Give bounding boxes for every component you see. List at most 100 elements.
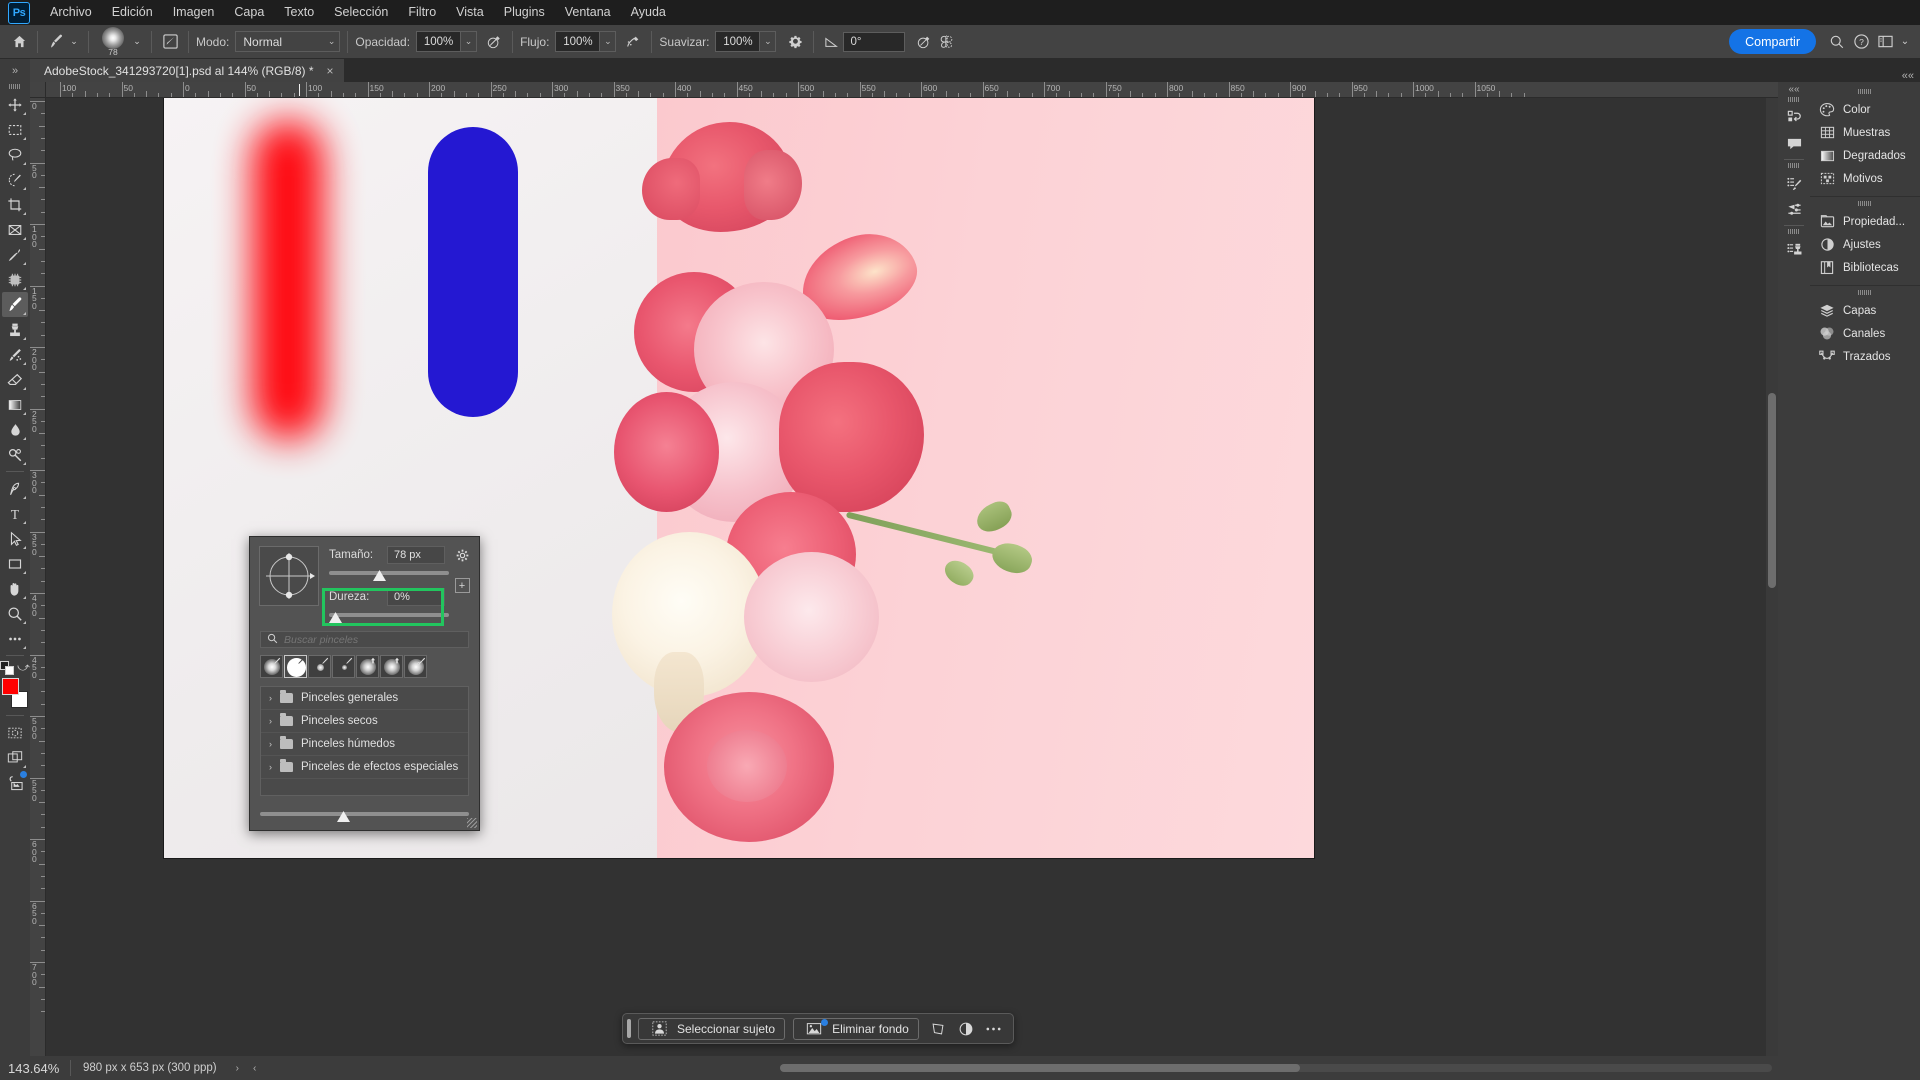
- opacity-stepper[interactable]: 100% ⌄: [416, 31, 478, 52]
- foreground-color-swatch[interactable]: [2, 678, 19, 695]
- chevron-right-icon[interactable]: ›: [269, 739, 272, 749]
- brush-tool[interactable]: [2, 292, 28, 317]
- airbrush-icon[interactable]: [622, 31, 644, 53]
- brush-tool-dropdown-icon[interactable]: ⌄: [67, 31, 81, 53]
- panel-group-grip[interactable]: [1858, 290, 1872, 295]
- panels-collapse-button[interactable]: ««: [1902, 70, 1920, 82]
- brush-preset-picker-panel[interactable]: Tamaño: 78 px Dureza: 0% + Buscar pincel…: [249, 536, 480, 831]
- document-tab[interactable]: AdobeStock_341293720[1].psd al 144% (RGB…: [30, 59, 345, 82]
- clone-stamp-tool[interactable]: [2, 317, 28, 342]
- close-icon[interactable]: ×: [327, 64, 334, 78]
- menu-item-plugins[interactable]: Plugins: [494, 0, 555, 25]
- brush-settings-panel-icon[interactable]: [1780, 196, 1808, 222]
- swap-colors-icon[interactable]: ⤻: [17, 660, 30, 675]
- angle-value[interactable]: 0°: [843, 31, 906, 52]
- edit-toolbar-button[interactable]: [2, 626, 28, 651]
- canvas-horizontal-scrollbar[interactable]: [780, 1064, 1772, 1072]
- help-icon[interactable]: ?: [1850, 31, 1872, 53]
- brush-hardness-slider[interactable]: [329, 609, 449, 623]
- quick-mask-icon[interactable]: [2, 720, 28, 745]
- history-brush-tool[interactable]: [2, 342, 28, 367]
- panel-group-grip[interactable]: [1858, 201, 1872, 206]
- eraser-tool[interactable]: [2, 367, 28, 392]
- pressure-size-icon[interactable]: [913, 31, 935, 53]
- brush-hardness-value[interactable]: 0%: [387, 588, 445, 606]
- toolbar-expand-button[interactable]: »: [0, 59, 30, 82]
- list-item[interactable]: › Pinceles húmedos: [261, 733, 468, 756]
- canvas-vertical-scrollbar[interactable]: [1766, 98, 1778, 1056]
- menu-item-capa[interactable]: Capa: [224, 0, 274, 25]
- brush-preset-dropdown-icon[interactable]: ⌄: [130, 31, 144, 53]
- brush-size-value[interactable]: 78 px: [387, 546, 445, 564]
- comments-icon[interactable]: [1780, 130, 1808, 156]
- strip-grip[interactable]: [1788, 163, 1800, 168]
- menu-item-edicion[interactable]: Edición: [102, 0, 163, 25]
- share-button[interactable]: Compartir: [1729, 29, 1816, 54]
- smoothing-value[interactable]: 100%: [715, 31, 760, 52]
- gear-icon[interactable]: [453, 546, 471, 564]
- brush-size-slider[interactable]: [329, 567, 449, 581]
- brush-settings-icon[interactable]: [159, 31, 181, 53]
- gradient-tool[interactable]: [2, 392, 28, 417]
- scrollbar-thumb[interactable]: [1768, 393, 1776, 588]
- blur-tool[interactable]: [2, 417, 28, 442]
- symmetry-butterfly-icon[interactable]: [935, 31, 957, 53]
- pressure-opacity-icon[interactable]: [483, 31, 505, 53]
- smoothing-chevron-down-icon[interactable]: ⌄: [759, 31, 777, 52]
- menu-item-ayuda[interactable]: Ayuda: [621, 0, 676, 25]
- panel-collapse-button[interactable]: ««: [1778, 84, 1810, 97]
- brush-preset-strip[interactable]: [260, 655, 469, 678]
- ruler-corner[interactable]: [30, 82, 46, 98]
- new-preset-icon[interactable]: +: [454, 578, 470, 593]
- opacity-chevron-down-icon[interactable]: ⌄: [460, 31, 478, 52]
- vertical-ruler[interactable]: 0 50 100 150 200 250 300 350 400 450 500 550 600 650 7…: [30, 98, 46, 1056]
- zoom-tool[interactable]: [2, 601, 28, 626]
- menu-item-imagen[interactable]: Imagen: [163, 0, 225, 25]
- brush-panel-bottom-slider[interactable]: [260, 809, 469, 823]
- eyedropper-tool[interactable]: [2, 242, 28, 267]
- brush-search-field[interactable]: [260, 631, 469, 648]
- brush-preset-blend[interactable]: [404, 655, 427, 678]
- status-next-arrow[interactable]: ›: [229, 1063, 246, 1074]
- zoom-level-field[interactable]: 143.64%: [0, 1061, 70, 1076]
- select-subject-button[interactable]: Seleccionar sujeto: [638, 1017, 786, 1040]
- panel-tab-ajustes[interactable]: Ajustes: [1810, 233, 1920, 256]
- list-item[interactable]: [261, 779, 468, 795]
- panel-resize-handle[interactable]: [467, 818, 477, 828]
- home-icon[interactable]: [8, 31, 30, 53]
- contextual-toolbar-grip[interactable]: [627, 1019, 631, 1038]
- panel-tab-capas[interactable]: Capas: [1810, 299, 1920, 322]
- strip-grip[interactable]: [1788, 97, 1800, 102]
- hand-tool[interactable]: [2, 576, 28, 601]
- brushes-panel-icon[interactable]: [1780, 170, 1808, 196]
- menu-item-ventana[interactable]: Ventana: [555, 0, 621, 25]
- menu-item-archivo[interactable]: Archivo: [40, 0, 102, 25]
- brush-preset-hard-round-small[interactable]: [308, 655, 331, 678]
- menu-item-vista[interactable]: Vista: [446, 0, 494, 25]
- brush-preset-hard-round-tiny[interactable]: [332, 655, 355, 678]
- horizontal-ruler[interactable]: 100 50 0 50 100 150 200 250 300 350 400 450 500 550 60…: [46, 82, 1778, 98]
- scrollbar-thumb[interactable]: [780, 1064, 1300, 1072]
- dodge-tool[interactable]: [2, 442, 28, 467]
- remove-background-button[interactable]: Eliminar fondo: [793, 1017, 919, 1040]
- brush-size-preview[interactable]: 78: [96, 26, 130, 57]
- flow-stepper[interactable]: 100% ⌄: [555, 31, 617, 52]
- panel-tab-canales[interactable]: Canales: [1810, 322, 1920, 345]
- menu-item-seleccion[interactable]: Selección: [324, 0, 398, 25]
- panel-tab-bibliotecas[interactable]: Bibliotecas: [1810, 256, 1920, 279]
- brush-preset-selected[interactable]: [284, 655, 307, 678]
- search-icon[interactable]: [1826, 31, 1848, 53]
- crop-tool[interactable]: [2, 192, 28, 217]
- status-prev-arrow[interactable]: ‹: [246, 1063, 263, 1074]
- opacity-value[interactable]: 100%: [416, 31, 461, 52]
- adjustment-circle-icon[interactable]: [955, 1018, 977, 1040]
- panel-tab-propiedades[interactable]: Propiedad...: [1810, 210, 1920, 233]
- share-image-icon[interactable]: [2, 770, 28, 795]
- frame-tool[interactable]: [2, 217, 28, 242]
- panel-tab-color[interactable]: Color: [1810, 98, 1920, 121]
- list-item[interactable]: › Pinceles generales: [261, 687, 468, 710]
- toolbar-grip[interactable]: [9, 84, 21, 89]
- list-item[interactable]: › Pinceles de efectos especiales: [261, 756, 468, 779]
- brush-folder-list[interactable]: › Pinceles generales › Pinceles secos › …: [260, 686, 469, 796]
- flow-chevron-down-icon[interactable]: ⌄: [599, 31, 617, 52]
